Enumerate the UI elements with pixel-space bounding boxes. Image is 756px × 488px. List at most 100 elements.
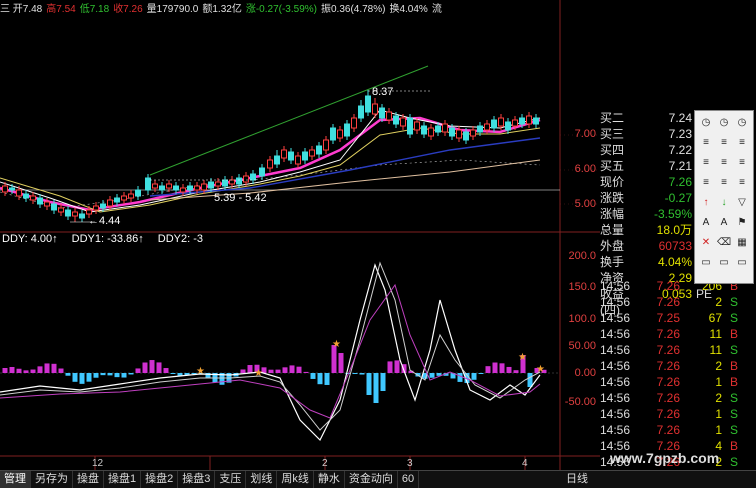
- candle-body: [30, 195, 36, 201]
- erase-icon[interactable]: ⌫: [717, 235, 731, 249]
- indicator-bar: [170, 373, 176, 374]
- tick-list[interactable]: 14:56 7.26 206 B 14:56 7.26 2 S 14:56 7.25 67 S 14:5…: [600, 278, 756, 470]
- bottom-tab[interactable]: 管理: [0, 471, 31, 488]
- bottom-tab[interactable]: 60: [398, 471, 420, 488]
- candle-body: [250, 173, 256, 181]
- date-label: 2: [322, 458, 328, 469]
- tick-price: 7.25: [656, 311, 680, 325]
- bottom-tab[interactable]: 操盘2: [141, 471, 179, 488]
- bottom-tab[interactable]: 支压: [215, 471, 247, 488]
- tick-row: 14:56 7.26 11 S: [600, 342, 756, 358]
- circle-icon[interactable]: ◷: [699, 115, 713, 129]
- lines-icon[interactable]: ≡: [699, 135, 713, 149]
- tick-time: 14:56: [600, 423, 631, 437]
- lines-icon[interactable]: ≡: [735, 135, 749, 149]
- lines-icon[interactable]: ≡: [717, 135, 731, 149]
- quote-value: -3.59%: [653, 207, 692, 221]
- lines-icon[interactable]: ≡: [699, 155, 713, 169]
- arrow-down-icon[interactable]: ↓: [717, 195, 731, 209]
- circle-icon[interactable]: ◷: [735, 115, 749, 129]
- tick-time: 14:56: [600, 343, 631, 357]
- tick-volume: 1: [715, 407, 722, 421]
- candle-body: [519, 117, 525, 125]
- text-icon[interactable]: A: [699, 215, 713, 229]
- triangle-icon[interactable]: ▽: [735, 195, 749, 209]
- candle-body: [267, 159, 273, 169]
- candle-body: [166, 183, 172, 189]
- tick-volume: 2: [715, 359, 722, 373]
- tick-direction: B: [729, 439, 738, 453]
- indicator-bar: [359, 373, 365, 375]
- candle-body: [107, 199, 113, 207]
- lines-icon[interactable]: ≡: [717, 155, 731, 169]
- tick-time: 14:56: [600, 391, 631, 405]
- indicator-legend-item: DDY1: -33.86↑: [71, 233, 144, 245]
- indicator-bar: [429, 373, 435, 378]
- indicator-tick: 0.00: [574, 367, 596, 379]
- price-axis: 7.00 6.00 5.00 200.0 150.0 100.0 50.00 0…: [560, 0, 600, 470]
- bottom-tab[interactable]: 周k线: [277, 471, 314, 488]
- period-tab-daily[interactable]: 日线: [566, 471, 588, 488]
- candle-body: [229, 179, 235, 185]
- window-icon[interactable]: ▭: [717, 255, 731, 269]
- drawing-toolbox[interactable]: ◷ ◷ ◷ ≡ ≡ ≡ ≡ ≡ ≡ ≡ ≡ ≡ ↑ ↓ ▽ A A ⚑ ✕ ⌫ ▦ ▭ ▭ ▭: [694, 110, 754, 284]
- quote-value: 7.26: [668, 175, 692, 189]
- candle-body: [2, 185, 8, 193]
- candle-body: [421, 125, 427, 135]
- grid-icon[interactable]: ▦: [735, 235, 749, 249]
- bottom-tab[interactable]: 操盘3: [178, 471, 216, 488]
- bottom-tab[interactable]: 划线: [246, 471, 278, 488]
- candle-body: [344, 123, 350, 137]
- candle-body: [477, 125, 483, 133]
- tick-price: 7.26: [656, 327, 680, 341]
- candle-body: [72, 211, 78, 217]
- candle-body: [309, 149, 315, 157]
- tick-direction: S: [729, 391, 738, 405]
- bottom-tab[interactable]: 另存为: [31, 471, 73, 488]
- tick-volume: 11: [709, 327, 722, 341]
- tick-row: 14:56 7.26 1 B: [600, 374, 756, 390]
- indicator-bar: [324, 373, 330, 385]
- bottom-tab[interactable]: 静水: [314, 471, 345, 488]
- arrow-up-icon[interactable]: ↑: [699, 195, 713, 209]
- tick-row: 14:56 7.26 11 B: [600, 326, 756, 342]
- indicator-bar: [142, 362, 148, 373]
- quote-key: 现价: [600, 175, 625, 189]
- lines-icon[interactable]: ≡: [699, 175, 713, 189]
- bottom-tab[interactable]: 操盘: [73, 471, 104, 488]
- indicator-bar: [51, 363, 57, 373]
- window-icon[interactable]: ▭: [735, 255, 749, 269]
- circle-icon[interactable]: ◷: [717, 115, 731, 129]
- indicator-bar: [387, 361, 393, 373]
- price-tick: 6.00: [574, 163, 596, 175]
- candle-body: [236, 177, 242, 185]
- quote-key: 外盘: [600, 239, 625, 253]
- candle-body: [435, 125, 441, 133]
- candle-body: [274, 155, 280, 165]
- text-icon[interactable]: A: [717, 215, 731, 229]
- bottom-tab[interactable]: 资金动向: [345, 471, 398, 488]
- candle-body: [86, 209, 92, 215]
- candle-body: [145, 177, 151, 191]
- lines-icon[interactable]: ≡: [735, 175, 749, 189]
- candle-body: [358, 105, 364, 119]
- candle-body: [491, 119, 497, 129]
- bottom-tab[interactable]: 操盘1: [104, 471, 142, 488]
- lines-icon[interactable]: ≡: [717, 175, 731, 189]
- cross-icon[interactable]: ✕: [699, 235, 713, 249]
- indicator-bar: [310, 373, 316, 379]
- tick-time: 14:56: [600, 295, 631, 309]
- flag-icon[interactable]: ⚑: [735, 215, 749, 229]
- lines-icon[interactable]: ≡: [735, 155, 749, 169]
- low-price-value: 4.44: [99, 215, 121, 227]
- window-icon[interactable]: ▭: [699, 255, 713, 269]
- candle-body: [37, 197, 43, 205]
- indicator-bar: [79, 373, 85, 384]
- candle-body: [337, 129, 343, 139]
- indicator-bar: [317, 373, 323, 385]
- candle-body: [295, 155, 301, 165]
- indicator-tick: 100.0: [568, 313, 596, 325]
- candle-body: [428, 127, 434, 137]
- tick-row: 14:56 7.26 2 B: [600, 358, 756, 374]
- indicator-bar: [72, 373, 78, 382]
